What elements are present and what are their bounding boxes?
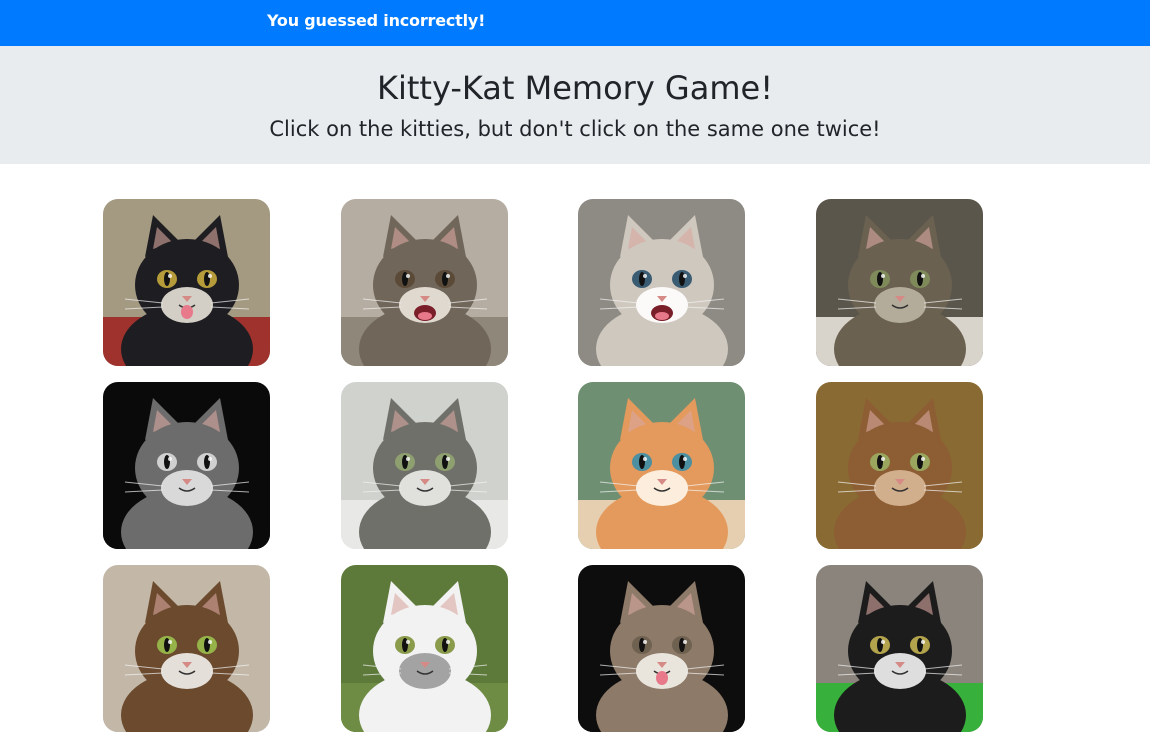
cat-image [103,565,270,732]
cat-image [341,565,508,732]
cat-card-tabby-cat-lying[interactable] [816,199,983,366]
cat-image [578,199,745,366]
cat-image [578,565,745,732]
cat-card-wet-black-cat-tongue[interactable] [103,199,270,366]
cat-image [578,382,745,549]
cat-card-brown-tabby-closeup[interactable] [816,382,983,549]
cat-card-yawning-tabby-lying[interactable] [341,199,508,366]
cat-card-tabby-kitten-upside-down[interactable] [341,382,508,549]
cat-image [816,565,983,732]
cat-card-wide-eyed-kitten-meowing[interactable] [578,199,745,366]
cat-card-maine-coon-portrait[interactable] [103,565,270,732]
cat-image [103,199,270,366]
cat-card-white-cat-collar[interactable] [341,565,508,732]
cat-card-black-white-cat-closeup[interactable] [103,382,270,549]
cat-card-tuxedo-cat-green-blanket[interactable] [816,565,983,732]
cat-card-tabby-white-tongue[interactable] [578,565,745,732]
cat-card-orange-kitten[interactable] [578,382,745,549]
cat-image [341,199,508,366]
cat-card-grid [0,0,1150,743]
cat-image [103,382,270,549]
cat-image [341,382,508,549]
cat-image [816,382,983,549]
cat-image [816,199,983,366]
